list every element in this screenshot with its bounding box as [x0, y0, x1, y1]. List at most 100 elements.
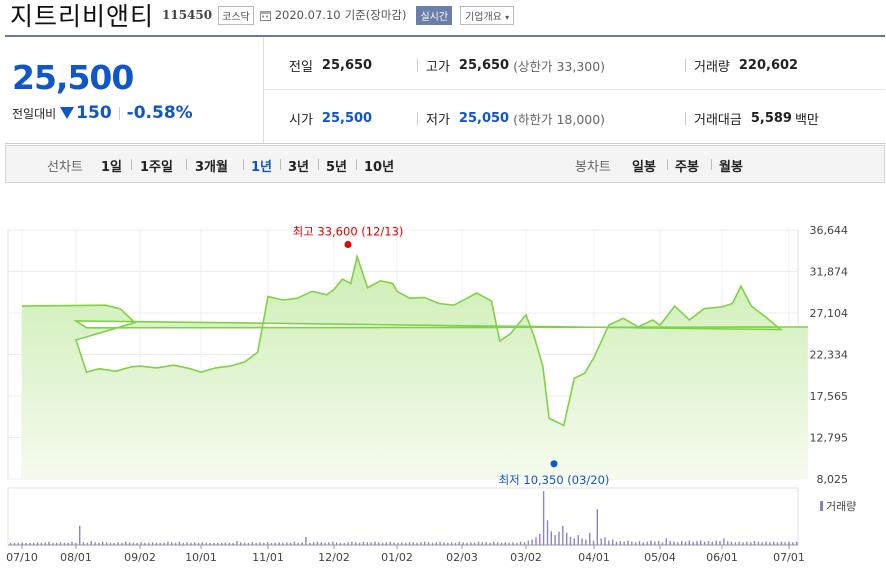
volume-bar [439, 541, 441, 545]
volume-bar [496, 542, 499, 546]
price-chart: 07/10 08/01 09/02 10/01 11/01 12/02 01/02 02/03… [6, 224, 849, 564]
divider [186, 159, 187, 170]
current-price: 25,500 [12, 58, 134, 97]
volume-bar [182, 542, 184, 545]
volume-bar [707, 541, 710, 545]
volume-bar [473, 542, 476, 545]
divider [417, 59, 418, 72]
volume-bar [305, 536, 307, 546]
volume-bar [788, 541, 790, 545]
volume-bar [761, 542, 763, 546]
volume-bar [128, 542, 131, 546]
volume-bar [470, 542, 472, 546]
volume-bar [596, 509, 598, 546]
volume-bar [293, 541, 296, 545]
company-overview-dropdown[interactable]: 기업개요 ▾ [460, 5, 515, 25]
volume-bar [466, 542, 468, 545]
volume-label: 거래량 [694, 60, 730, 75]
volume-bar [320, 542, 322, 546]
volume-bar [59, 542, 62, 546]
volume-bar [493, 541, 495, 545]
divider [711, 159, 712, 170]
volume-bar [29, 542, 31, 545]
volume-bar [355, 542, 357, 546]
volume-bar [243, 542, 246, 545]
x-tick-label: 11/01 [252, 551, 284, 564]
volume-bar [742, 542, 744, 546]
realtime-button[interactable]: 실시간 [416, 5, 453, 25]
volume-bar [424, 541, 426, 545]
volume-bar [562, 525, 564, 546]
tab-5-years[interactable]: 5년 [326, 156, 347, 175]
volume-bar [98, 542, 100, 545]
volume-bar [454, 542, 457, 545]
volume-bar [750, 542, 752, 546]
volume-bar [71, 541, 73, 545]
volume-bar [220, 542, 223, 545]
divider [667, 159, 668, 170]
tab-1-year[interactable]: 1년 [251, 156, 272, 175]
tab-monthly[interactable]: 월봉 [719, 156, 743, 175]
volume-bar [393, 542, 395, 546]
volume-bar [489, 542, 491, 545]
volume-bar [592, 540, 595, 545]
open: 시가 25,500 [289, 109, 372, 128]
prev-close: 전일 25,650 [289, 56, 372, 75]
volume-bar [48, 541, 50, 545]
volume-bar [351, 541, 353, 545]
volume-bar [684, 541, 687, 545]
open-label: 시가 [289, 113, 313, 128]
volume-bar [746, 541, 748, 545]
tab-3-months[interactable]: 3개월 [195, 156, 228, 175]
volume-bar [332, 541, 334, 545]
divider [243, 159, 244, 170]
volume-bar [408, 542, 411, 546]
volume-bar [719, 541, 721, 545]
tab-1-week[interactable]: 1주일 [140, 156, 173, 175]
volume-bar [558, 531, 560, 545]
volume-bar [347, 542, 349, 546]
volume-bar [581, 538, 583, 545]
low: 저가 25,050 (하한가 18,000) [426, 109, 605, 128]
volume-bar [263, 542, 265, 545]
volume-bar [236, 541, 238, 545]
volume-bar [381, 542, 384, 545]
x-tick-label: 12/02 [318, 551, 350, 564]
volume-bar [21, 542, 23, 546]
volume-legend-label: 거래량 [826, 500, 857, 513]
tab-3-years[interactable]: 3년 [288, 156, 309, 175]
volume-bar [516, 542, 518, 545]
quote-basis: 기준(장마감) [344, 8, 407, 22]
volume-bar [523, 542, 526, 546]
volume-bar [650, 540, 652, 545]
x-tick-label: 08/01 [60, 551, 92, 564]
volume-bar [148, 542, 150, 545]
y-tick-label: 8,025 [817, 473, 849, 486]
volume-bar [44, 542, 46, 546]
volume-bar [412, 542, 414, 546]
volume-bar [197, 542, 200, 545]
volume-bar [723, 538, 725, 545]
tab-weekly[interactable]: 주봉 [675, 156, 699, 175]
volume-bar [577, 535, 579, 545]
quote-date: 2020.07.10 [274, 8, 341, 22]
volume-legend: 거래량 [820, 498, 856, 514]
volume-bar [194, 542, 196, 546]
volume-bar [374, 541, 376, 545]
volume-bar [79, 525, 81, 546]
volume-bar [217, 543, 219, 545]
volume-bar [209, 543, 211, 545]
tab-1-day[interactable]: 1일 [101, 156, 122, 175]
volume-bar [136, 543, 138, 545]
volume-bar [370, 542, 372, 546]
volume-bar [631, 541, 633, 545]
volume-bar [316, 541, 319, 545]
tab-daily[interactable]: 일봉 [632, 156, 656, 175]
low-label: 저가 [426, 113, 450, 128]
volume-bar [700, 540, 702, 545]
volume-bar [669, 541, 671, 545]
candle-chart-label: 봉차트 [575, 160, 611, 175]
current-price-box: 25,500 전일대비 150 -0.58% [5, 37, 264, 143]
x-tick-label: 07/10 [6, 551, 38, 564]
tab-10-years[interactable]: 10년 [364, 156, 394, 175]
